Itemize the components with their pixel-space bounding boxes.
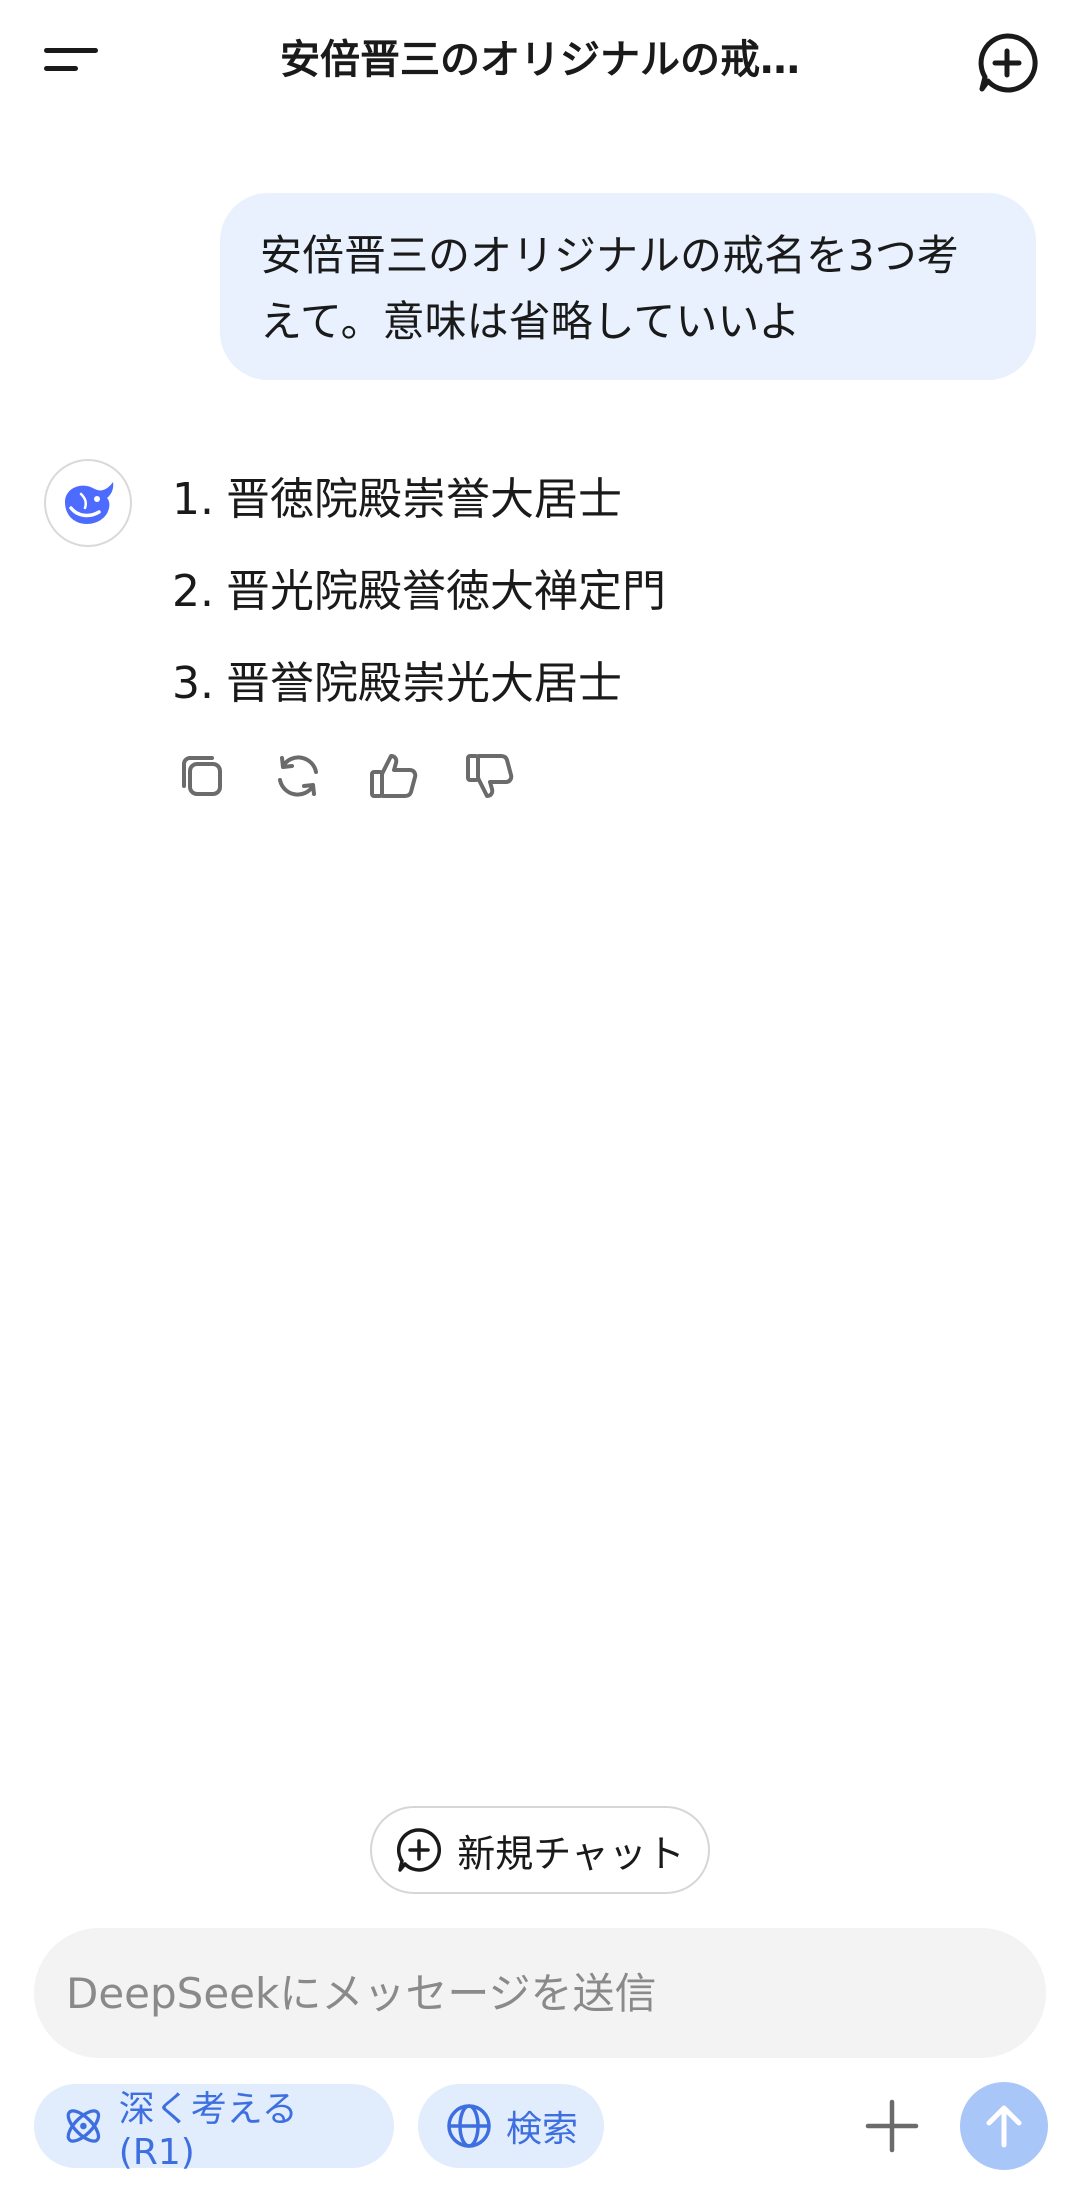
- list-item: 3. 晋誉院殿崇光大居士: [172, 654, 666, 746]
- top-bar: 安倍晋三のオリジナルの戒…: [0, 0, 1080, 122]
- deepseek-whale-icon: [65, 482, 114, 524]
- search-toggle[interactable]: 検索: [418, 2084, 604, 2168]
- copy-icon: [182, 756, 222, 796]
- new-chat-icon-button[interactable]: [974, 30, 1040, 96]
- menu-icon-line: [44, 66, 78, 71]
- copy-button[interactable]: [172, 746, 232, 806]
- regenerate-icon: [278, 755, 318, 797]
- new-chat-icon: [397, 1828, 442, 1872]
- deep-think-toggle[interactable]: 深く考える (R1): [34, 2084, 394, 2173]
- search-label: 検索: [506, 2109, 579, 2150]
- list-item-number: 1.: [172, 474, 214, 525]
- thumbs-up-button[interactable]: [364, 746, 424, 806]
- atom-icon: [66, 2109, 101, 2143]
- thumbs-down-button[interactable]: [460, 746, 520, 806]
- send-button[interactable]: [960, 2082, 1048, 2170]
- list-item-text: 晋誉院殿崇光大居士: [226, 658, 622, 709]
- list-item: 1. 晋徳院殿崇誉大居士: [172, 470, 666, 562]
- list-item-text: 晋徳院殿崇誉大居士: [226, 474, 622, 525]
- message-input[interactable]: [66, 1928, 1006, 2058]
- list-item-number: 2.: [172, 566, 214, 617]
- list-item: 2. 晋光院殿誉徳大禅定門: [172, 562, 666, 654]
- assistant-avatar: [44, 459, 132, 547]
- attach-button[interactable]: [862, 2096, 922, 2156]
- regenerate-button[interactable]: [268, 746, 328, 806]
- user-message-bubble: 安倍晋三のオリジナルの戒名を3つ考えて。意味は省略していいよ: [220, 193, 1036, 380]
- new-chat-icon: [978, 33, 1038, 93]
- arrow-up-icon: [986, 2105, 1022, 2148]
- chat-title: 安倍晋三のオリジナルの戒…: [280, 37, 800, 83]
- menu-button[interactable]: [36, 36, 108, 88]
- list-item-text: 晋光院殿誉徳大禅定門: [226, 566, 666, 617]
- new-chat-button[interactable]: 新規チャット: [370, 1806, 710, 1894]
- thumbs-up-icon: [370, 754, 418, 798]
- list-item-number: 3.: [172, 658, 214, 709]
- globe-icon: [447, 2104, 491, 2148]
- deep-think-label: 深く考える (R1): [118, 2088, 298, 2173]
- plus-icon: [865, 2099, 919, 2153]
- thumbs-down-icon: [466, 754, 514, 798]
- menu-icon: [44, 48, 98, 53]
- message-composer: [34, 1928, 1046, 2058]
- assistant-answer: 1. 晋徳院殿崇誉大居士 2. 晋光院殿誉徳大禅定門 3. 晋誉院殿崇光大居士: [172, 470, 666, 746]
- new-chat-label: 新規チャット: [457, 1831, 685, 1876]
